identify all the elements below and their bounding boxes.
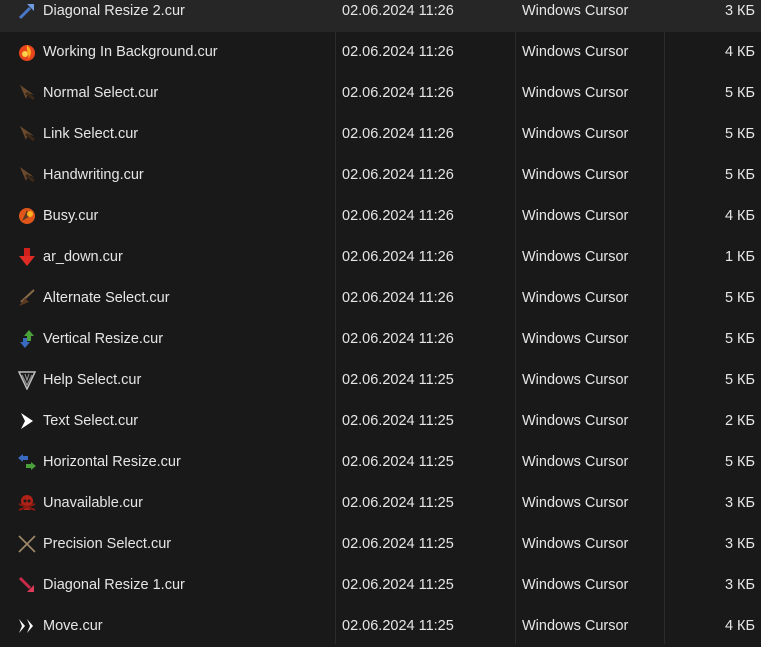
file-date-modified: 02.06.2024 11:26 bbox=[342, 44, 454, 60]
file-type: Windows Cursor bbox=[522, 454, 629, 470]
file-type: Windows Cursor bbox=[522, 495, 629, 511]
vertical-resize-icon bbox=[17, 329, 37, 349]
file-name: Busy.cur bbox=[43, 208, 99, 224]
file-name: Working In Background.cur bbox=[43, 44, 218, 60]
horizontal-resize-icon bbox=[17, 452, 37, 472]
move-icon bbox=[17, 616, 37, 636]
file-row[interactable]: Horizontal Resize.cur 02.06.2024 11:25 W… bbox=[0, 442, 761, 483]
file-size: 5 КБ bbox=[724, 290, 755, 306]
file-name: Alternate Select.cur bbox=[43, 290, 170, 306]
file-type: Windows Cursor bbox=[522, 618, 629, 634]
link-select-icon bbox=[17, 124, 37, 144]
file-date-modified: 02.06.2024 11:25 bbox=[342, 495, 454, 511]
file-size: 5 КБ bbox=[724, 454, 755, 470]
file-size: 1 КБ bbox=[724, 249, 755, 265]
file-date-modified: 02.06.2024 11:26 bbox=[342, 290, 454, 306]
file-row[interactable]: Precision Select.cur 02.06.2024 11:25 Wi… bbox=[0, 524, 761, 565]
file-date-modified: 02.06.2024 11:25 bbox=[342, 454, 454, 470]
file-name: Normal Select.cur bbox=[43, 85, 159, 101]
file-name: Horizontal Resize.cur bbox=[43, 454, 181, 470]
unavailable-icon bbox=[17, 493, 37, 513]
file-date-modified: 02.06.2024 11:26 bbox=[342, 126, 454, 142]
file-size: 4 КБ bbox=[724, 208, 755, 224]
file-row[interactable]: Help Select.cur 02.06.2024 11:25 Windows… bbox=[0, 360, 761, 401]
file-size: 5 КБ bbox=[724, 331, 755, 347]
file-size: 5 КБ bbox=[724, 167, 755, 183]
working-in-background-icon bbox=[17, 42, 37, 62]
file-name: ar_down.cur bbox=[43, 249, 123, 265]
file-row[interactable]: Normal Select.cur 02.06.2024 11:26 Windo… bbox=[0, 73, 761, 114]
file-date-modified: 02.06.2024 11:26 bbox=[342, 249, 454, 265]
file-type: Windows Cursor bbox=[522, 413, 629, 429]
file-type: Windows Cursor bbox=[522, 331, 629, 347]
file-type: Windows Cursor bbox=[522, 85, 629, 101]
file-size: 5 КБ bbox=[724, 372, 755, 388]
file-date-modified: 02.06.2024 11:25 bbox=[342, 618, 454, 634]
file-name: Precision Select.cur bbox=[43, 536, 172, 552]
arrow-down-icon bbox=[17, 247, 37, 267]
file-date-modified: 02.06.2024 11:26 bbox=[342, 3, 454, 19]
file-date-modified: 02.06.2024 11:25 bbox=[342, 577, 454, 593]
file-type: Windows Cursor bbox=[522, 536, 629, 552]
file-size: 4 КБ bbox=[724, 44, 755, 60]
file-row[interactable]: Unavailable.cur 02.06.2024 11:25 Windows… bbox=[0, 483, 761, 524]
file-name: Link Select.cur bbox=[43, 126, 139, 142]
precision-select-icon bbox=[17, 534, 37, 554]
file-type: Windows Cursor bbox=[522, 44, 629, 60]
file-type: Windows Cursor bbox=[522, 577, 629, 593]
file-row[interactable]: Alternate Select.cur 02.06.2024 11:26 Wi… bbox=[0, 278, 761, 319]
normal-select-icon bbox=[17, 83, 37, 103]
file-date-modified: 02.06.2024 11:26 bbox=[342, 167, 454, 183]
file-type: Windows Cursor bbox=[522, 372, 629, 388]
file-size: 5 КБ bbox=[724, 85, 755, 101]
file-date-modified: 02.06.2024 11:26 bbox=[342, 331, 454, 347]
file-row[interactable]: ar_down.cur 02.06.2024 11:26 Windows Cur… bbox=[0, 237, 761, 278]
busy-icon bbox=[17, 206, 37, 226]
file-row[interactable]: Diagonal Resize 2.cur 02.06.2024 11:26 W… bbox=[0, 0, 761, 32]
file-size: 3 КБ bbox=[724, 577, 755, 593]
file-list: Diagonal Resize 2.cur 02.06.2024 11:26 W… bbox=[0, 0, 761, 647]
file-size: 4 КБ bbox=[724, 618, 755, 634]
help-select-icon bbox=[17, 370, 37, 390]
file-type: Windows Cursor bbox=[522, 249, 629, 265]
file-type: Windows Cursor bbox=[522, 126, 629, 142]
file-size: 2 КБ bbox=[724, 413, 755, 429]
file-size: 3 КБ bbox=[724, 495, 755, 511]
file-name: Vertical Resize.cur bbox=[43, 331, 164, 347]
text-select-icon bbox=[17, 411, 37, 431]
file-date-modified: 02.06.2024 11:25 bbox=[342, 372, 454, 388]
file-row[interactable]: Diagonal Resize 1.cur 02.06.2024 11:25 W… bbox=[0, 565, 761, 606]
file-row[interactable]: Move.cur 02.06.2024 11:25 Windows Cursor… bbox=[0, 606, 761, 647]
file-name: Help Select.cur bbox=[43, 372, 142, 388]
file-name: Diagonal Resize 1.cur bbox=[43, 577, 185, 593]
diagonal-resize-2-icon bbox=[17, 1, 37, 21]
file-date-modified: 02.06.2024 11:25 bbox=[342, 536, 454, 552]
file-name: Move.cur bbox=[43, 618, 103, 634]
file-name: Text Select.cur bbox=[43, 413, 139, 429]
file-type: Windows Cursor bbox=[522, 290, 629, 306]
file-row[interactable]: Busy.cur 02.06.2024 11:26 Windows Cursor… bbox=[0, 196, 761, 237]
file-name: Unavailable.cur bbox=[43, 495, 143, 511]
file-row[interactable]: Text Select.cur 02.06.2024 11:25 Windows… bbox=[0, 401, 761, 442]
file-name: Handwriting.cur bbox=[43, 167, 144, 183]
handwriting-icon bbox=[17, 165, 37, 185]
file-row[interactable]: Vertical Resize.cur 02.06.2024 11:26 Win… bbox=[0, 319, 761, 360]
alternate-select-icon bbox=[17, 288, 37, 308]
file-type: Windows Cursor bbox=[522, 167, 629, 183]
file-explorer-details-view: { "files": [ {"name": "Diagonal Resize 2… bbox=[0, 0, 761, 644]
file-type: Windows Cursor bbox=[522, 208, 629, 224]
file-date-modified: 02.06.2024 11:26 bbox=[342, 208, 454, 224]
file-row[interactable]: Link Select.cur 02.06.2024 11:26 Windows… bbox=[0, 114, 761, 155]
diagonal-resize-1-icon bbox=[17, 575, 37, 595]
file-date-modified: 02.06.2024 11:26 bbox=[342, 85, 454, 101]
file-size: 3 КБ bbox=[724, 3, 755, 19]
file-date-modified: 02.06.2024 11:25 bbox=[342, 413, 454, 429]
file-row[interactable]: Working In Background.cur 02.06.2024 11:… bbox=[0, 32, 761, 73]
file-type: Windows Cursor bbox=[522, 3, 629, 19]
file-size: 5 КБ bbox=[724, 126, 755, 142]
file-name: Diagonal Resize 2.cur bbox=[43, 3, 185, 19]
file-row[interactable]: Handwriting.cur 02.06.2024 11:26 Windows… bbox=[0, 155, 761, 196]
file-size: 3 КБ bbox=[724, 536, 755, 552]
